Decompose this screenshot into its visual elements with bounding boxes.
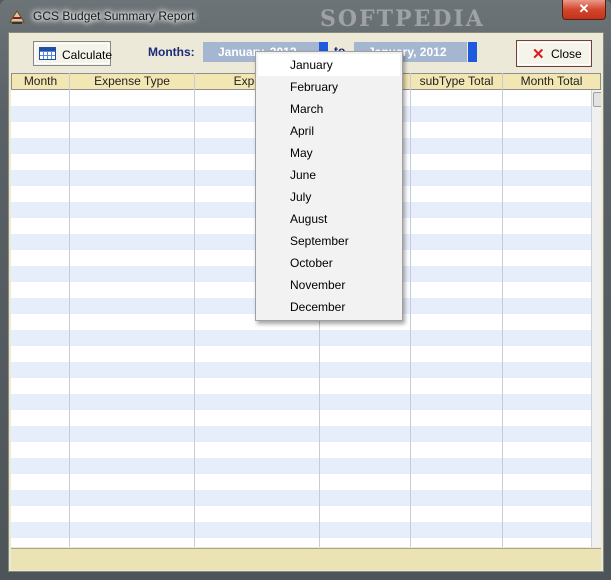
dropdown-month-item[interactable]: August (290, 208, 327, 230)
close-icon: ✕ (532, 46, 545, 63)
calculate-label: Calculate (62, 48, 113, 62)
table-row[interactable] (11, 490, 591, 506)
table-row[interactable] (11, 442, 591, 458)
table-row[interactable] (11, 522, 591, 538)
close-label: Close (551, 47, 582, 61)
dropdown-month-item[interactable]: December (290, 296, 345, 318)
vertical-scrollbar[interactable] (591, 90, 601, 547)
table-row[interactable] (11, 394, 591, 410)
to-month-dropdown-button[interactable] (468, 42, 477, 62)
dropdown-month-item[interactable]: January (290, 54, 333, 76)
table-row[interactable] (11, 346, 591, 362)
table-row[interactable] (11, 506, 591, 522)
column-header-month-total[interactable]: Month Total (503, 73, 601, 90)
column-divider (194, 73, 195, 547)
window-title: GCS Budget Summary Report (33, 9, 195, 23)
status-bar (11, 548, 601, 570)
table-row[interactable] (11, 426, 591, 442)
column-divider (69, 73, 70, 547)
close-icon: ✕ (578, 1, 590, 16)
dropdown-month-item[interactable]: May (290, 142, 313, 164)
dropdown-month-item[interactable]: October (290, 252, 333, 274)
window-close-button[interactable]: ✕ (562, 0, 606, 20)
dropdown-month-item[interactable]: November (290, 274, 345, 296)
column-header-subtype-total[interactable]: subType Total (411, 73, 503, 90)
scrollbar-thumb[interactable] (593, 92, 601, 107)
column-divider (410, 73, 411, 547)
column-divider (502, 73, 503, 547)
column-header-month[interactable]: Month (11, 73, 70, 90)
table-row[interactable] (11, 362, 591, 378)
softpedia-watermark: SOFTPEDIA (320, 6, 485, 32)
month-dropdown-list[interactable]: January February March April May June July Augu… (255, 51, 403, 321)
app-window: GCS Budget Summary Report SOFTPEDIA ✕ Ca… (0, 0, 611, 580)
app-icon (9, 10, 25, 24)
dropdown-month-item[interactable]: June (290, 164, 316, 186)
column-header-expense-type[interactable]: Expense Type (70, 73, 195, 90)
dropdown-month-item[interactable]: July (290, 186, 311, 208)
dropdown-month-item[interactable]: September (290, 230, 349, 252)
dropdown-month-item[interactable]: February (290, 76, 338, 98)
months-label: Months: (148, 45, 195, 59)
table-row[interactable] (11, 410, 591, 426)
calculate-button[interactable]: Calculate (33, 41, 113, 66)
title-bar[interactable]: GCS Budget Summary Report SOFTPEDIA ✕ (0, 0, 611, 32)
table-row[interactable] (11, 378, 591, 394)
table-row[interactable] (11, 538, 591, 547)
dropdown-month-item[interactable]: April (290, 120, 314, 142)
dropdown-month-item[interactable]: March (290, 98, 323, 120)
table-row[interactable] (11, 474, 591, 490)
table-row[interactable] (11, 458, 591, 474)
close-button[interactable]: ✕ Close (516, 40, 592, 67)
table-row[interactable] (11, 330, 591, 346)
table-icon (39, 47, 56, 60)
